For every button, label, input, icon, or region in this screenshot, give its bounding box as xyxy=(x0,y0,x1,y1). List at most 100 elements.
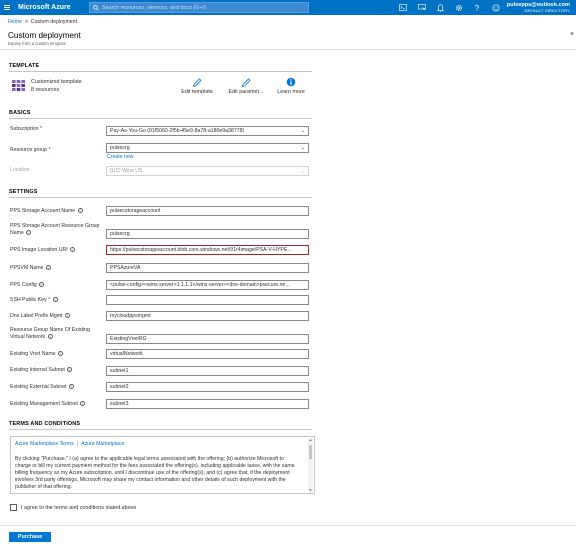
info-icon[interactable]: i xyxy=(68,384,74,390)
settings-section-title: SETTINGS xyxy=(9,189,38,195)
learn-more-button[interactable]: Learn more xyxy=(266,77,316,95)
azure-marketplace-link[interactable]: Azure Marketplace xyxy=(81,441,124,447)
template-section-title: TEMPLATE xyxy=(9,63,40,69)
setting-label-ppsvm-name: PPSVM Name i xyxy=(10,265,105,272)
template-name: Customized template xyxy=(31,79,82,85)
edit-parameters-label: Edit paramet... xyxy=(228,89,264,95)
input-pps-image-location-uri[interactable]: https://pulsecstorageaccount.blob.core.w… xyxy=(106,245,309,255)
terms-scroll-box[interactable]: Azure Marketplace Terms | Azure Marketpl… xyxy=(10,436,315,494)
setting-label-existing-internal-subnet: Existing Internal Subnet i xyxy=(10,367,105,374)
terms-scrollbar[interactable]: ▲ ▼ xyxy=(308,438,313,493)
learn-more-label: Learn more xyxy=(277,89,305,95)
info-icon xyxy=(286,77,296,87)
info-icon[interactable]: i xyxy=(47,334,53,340)
purchase-button[interactable]: Purchase xyxy=(9,532,51,542)
required-marker: * xyxy=(48,297,51,303)
terms-section-rule xyxy=(9,429,312,430)
subscription-value: Pay-As-You-Go (01f5060-2f5b-45e9-8a78-a1… xyxy=(110,127,245,134)
pencil-icon xyxy=(192,78,202,88)
hamburger-menu-icon[interactable] xyxy=(0,0,14,15)
input-pps-storage-account-name[interactable]: pulsecstorageaccount xyxy=(106,206,309,216)
footer-divider xyxy=(0,525,576,526)
resource-group-value: pulsecrg xyxy=(110,144,130,151)
edit-template-label: Edit template xyxy=(181,89,213,95)
info-icon[interactable]: i xyxy=(67,367,73,373)
input-existing-external-subnet[interactable]: subnet2 xyxy=(106,382,309,392)
info-icon[interactable]: i xyxy=(64,313,70,319)
input-dns-label-prefix-mgmt[interactable]: mycloudppsmgmt xyxy=(106,311,309,321)
setting-label-existing-external-subnet: Existing External Subnet i xyxy=(10,384,105,391)
breadcrumb-home-link[interactable]: Home xyxy=(8,19,22,25)
resource-group-label: Resource group * xyxy=(10,147,51,153)
template-resource-count: 8 resources xyxy=(31,87,60,93)
input-pps-storage-rg-name[interactable]: pulsecrg xyxy=(106,229,309,239)
account-directory: DEFAULT DIRECTORY xyxy=(524,7,570,13)
subscription-select[interactable]: Pay-As-You-Go (01f5060-2f5b-45e9-8a78-a1… xyxy=(106,126,309,136)
search-icon xyxy=(93,4,99,11)
settings-icon[interactable] xyxy=(450,0,469,15)
info-icon[interactable]: i xyxy=(26,230,32,236)
account-menu[interactable]: pulsepps@outlook.com DEFAULT DIRECTORY xyxy=(500,2,570,13)
template-grid-icon xyxy=(12,80,25,91)
input-pps-config[interactable]: <pulse-config><wins-server>1.1.1.1</wins… xyxy=(106,280,309,290)
edit-template-button[interactable]: Edit template xyxy=(172,77,222,95)
page-subtitle: Deploy from a custom template xyxy=(8,41,66,46)
agree-terms-row[interactable]: I agree to the terms and conditions stat… xyxy=(10,504,136,511)
page-title: Custom deployment xyxy=(8,31,81,40)
info-icon[interactable]: i xyxy=(39,282,45,288)
scrollbar-thumb[interactable] xyxy=(309,445,312,459)
help-icon[interactable] xyxy=(468,0,487,15)
subscription-label: Subscription * xyxy=(10,126,43,132)
input-existing-vnet-name[interactable]: virtualNetwork xyxy=(106,349,309,359)
input-existing-vnet-rg[interactable]: ExistingVnetRG xyxy=(106,334,309,344)
location-select: (US) West US ⌄ xyxy=(106,166,309,176)
scroll-down-arrow-icon[interactable]: ▼ xyxy=(308,488,313,493)
settings-section-rule xyxy=(9,197,312,198)
terms-text: By clicking "Purchase," I (a) agree to t… xyxy=(15,456,295,491)
setting-label-existing-vnet-rg: Resource Group Name Of Existing Virtual … xyxy=(10,327,90,340)
setting-label-existing-vnet-name: Existing Vnet Name i xyxy=(10,351,105,358)
chevron-down-icon: ⌄ xyxy=(300,127,305,134)
input-existing-internal-subnet[interactable]: subnet1 xyxy=(106,366,309,376)
required-marker: * xyxy=(48,147,51,153)
search-input[interactable] xyxy=(102,4,302,11)
azure-marketplace-terms-link[interactable]: Azure Marketplace Terms xyxy=(15,441,74,447)
breadcrumb-separator: > xyxy=(24,19,28,25)
setting-label-pps-image-location-uri: PPS Image Location URI i xyxy=(10,247,105,254)
setting-label-ssh-public-key: SSH Public Key * i xyxy=(10,297,105,304)
info-icon[interactable]: i xyxy=(45,265,51,271)
terms-section-title: TERMS AND CONDITIONS xyxy=(9,421,81,427)
resource-group-select[interactable]: pulsecrg ⌄ xyxy=(106,143,309,153)
info-icon[interactable]: i xyxy=(70,247,76,253)
cloud-shell-icon[interactable] xyxy=(394,0,413,15)
input-ssh-public-key[interactable] xyxy=(106,295,309,305)
info-icon[interactable]: i xyxy=(77,208,83,214)
account-email: pulsepps@outlook.com xyxy=(506,1,570,8)
input-existing-management-subnet[interactable]: subnet3 xyxy=(106,399,309,409)
template-section-rule xyxy=(9,71,312,72)
scroll-up-arrow-icon[interactable]: ▲ xyxy=(308,438,313,443)
azure-brand-link[interactable]: Microsoft Azure xyxy=(18,4,94,11)
top-nav-bar: Microsoft Azure pulsepps@outlook.com DEF… xyxy=(0,0,576,15)
header-divider xyxy=(0,49,576,50)
setting-label-pps-storage-account-name: PPS Storage Account Name i xyxy=(10,208,105,215)
agree-terms-label: I agree to the terms and conditions stat… xyxy=(21,504,137,511)
breadcrumb-current: Custom deployment xyxy=(30,19,78,25)
create-new-link[interactable]: Create new xyxy=(107,154,134,160)
setting-label-dns-label-prefix-mgmt: Dns Label Prefix Mgmt i xyxy=(10,313,105,320)
basics-section-rule xyxy=(9,118,312,119)
info-icon[interactable]: i xyxy=(52,297,58,303)
notifications-icon[interactable] xyxy=(431,0,450,15)
agree-terms-checkbox[interactable] xyxy=(10,504,17,511)
close-blade-button[interactable]: × xyxy=(570,31,574,38)
edit-parameters-button[interactable]: Edit paramet... xyxy=(221,77,271,95)
info-icon[interactable]: i xyxy=(80,401,86,407)
global-search-box[interactable] xyxy=(89,2,309,13)
info-icon[interactable]: i xyxy=(58,351,64,357)
input-ppsvm-name[interactable]: PPSAzureVA xyxy=(106,263,309,273)
setting-label-pps-config: PPS Config i xyxy=(10,282,105,289)
setting-label-existing-management-subnet: Existing Management Subnet i xyxy=(10,401,105,408)
directory-filter-icon[interactable] xyxy=(413,0,432,15)
basics-section-title: BASICS xyxy=(9,110,31,116)
breadcrumb: Home > Custom deployment xyxy=(8,19,77,25)
